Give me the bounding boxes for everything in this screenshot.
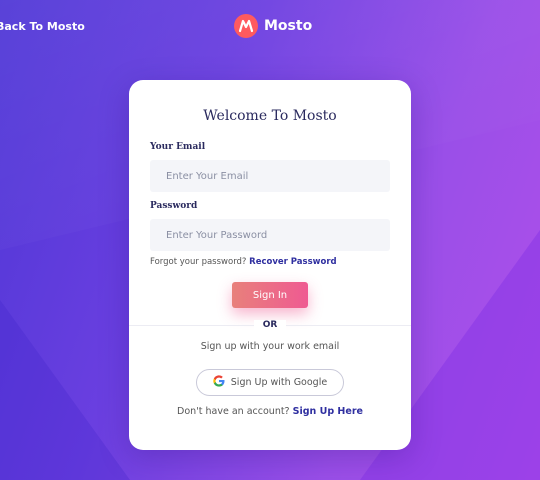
no-account-text: Don't have an account?	[177, 406, 290, 417]
signup-row: Don't have an account? Sign Up Here	[129, 406, 411, 417]
recover-password-link[interactable]: Recover Password	[249, 257, 336, 267]
brand-name: Mosto	[264, 18, 313, 34]
mosto-logo-icon	[234, 14, 258, 38]
google-g-icon	[213, 375, 225, 390]
password-label: Password	[150, 201, 198, 211]
forgot-password-text: Forgot your password?	[150, 257, 247, 267]
email-field[interactable]	[150, 160, 390, 192]
password-field[interactable]	[150, 219, 390, 251]
forgot-password-row: Forgot your password? Recover Password	[150, 257, 337, 267]
email-label: Your Email	[150, 142, 206, 152]
sign-up-link[interactable]: Sign Up Here	[293, 406, 363, 417]
login-card: Welcome To Mosto Your Email Password For…	[129, 80, 411, 450]
page-title: Welcome To Mosto	[203, 108, 337, 124]
google-signup-label: Sign Up with Google	[230, 377, 328, 388]
sign-in-button[interactable]: Sign In	[232, 282, 308, 308]
brand-logo[interactable]: Mosto	[234, 14, 312, 38]
back-to-home-link[interactable]: Back To Mosto	[0, 20, 85, 33]
google-signup-button[interactable]: Sign Up with Google	[196, 369, 344, 396]
or-separator: OR	[254, 320, 286, 330]
work-email-text: Sign up with your work email	[200, 341, 340, 352]
